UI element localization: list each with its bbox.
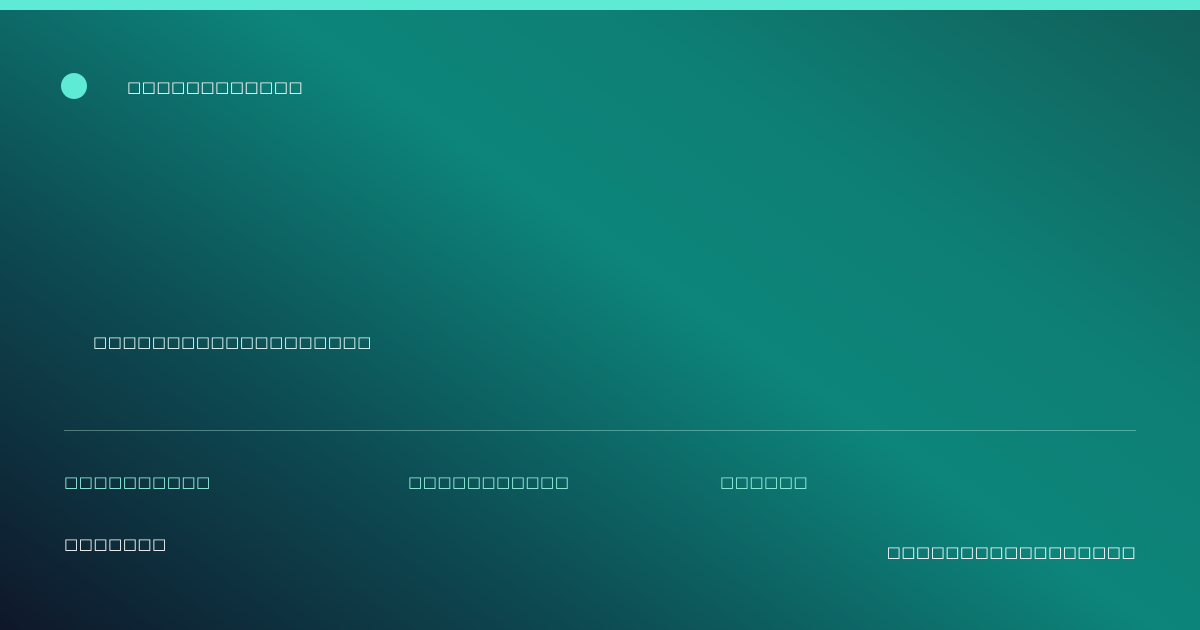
top-accent-bar [0, 0, 1200, 10]
tagline: □□□□□□□□□□□□□□□□□□□ [93, 333, 372, 351]
meta-item-2: □□□□□□□□□□□ [408, 473, 570, 491]
brand-name: □□□□□□□□□□□□ [127, 78, 304, 96]
footer-left-text: □□□□□□□ [64, 535, 167, 553]
circle-logo-icon [61, 73, 87, 99]
footer-right-text: □□□□□□□□□□□□□□□□□ [886, 543, 1136, 561]
meta-item-3: □□□□□□ [720, 473, 809, 491]
meta-item-1: □□□□□□□□□□ [64, 473, 211, 491]
divider [64, 430, 1136, 431]
